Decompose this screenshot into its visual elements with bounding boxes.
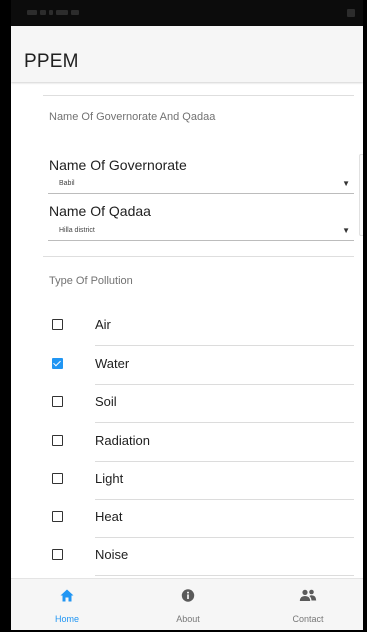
status-icons <box>27 8 107 16</box>
info-icon <box>181 589 195 607</box>
qadaa-value: Hilla district <box>59 227 95 234</box>
dropdown-arrow-icon: ▼ <box>342 179 350 188</box>
tab-label: Home <box>54 614 79 624</box>
checkbox[interactable] <box>52 396 63 407</box>
checkbox-label: Heat <box>95 509 123 524</box>
checkbox-label: Soil <box>95 394 117 409</box>
qadaa-select[interactable]: Hilla district ▼ <box>48 223 354 241</box>
checkbox[interactable] <box>52 511 63 522</box>
status-bar <box>11 0 363 26</box>
governorate-select[interactable]: Babil ▼ <box>48 176 354 194</box>
checkbox-label: Noise <box>95 547 129 562</box>
checkbox[interactable] <box>52 319 63 330</box>
tab-label: About <box>176 614 200 624</box>
pollution-section-header: Type Of Pollution <box>49 275 133 287</box>
people-icon <box>299 589 317 607</box>
checkbox[interactable] <box>52 435 63 446</box>
checkbox-label: Radiation <box>95 433 150 448</box>
pollution-option-heat[interactable]: Heat <box>11 500 363 538</box>
device-frame: PPEM Name Of Governorate And Qadaa Name … <box>0 0 367 632</box>
checkbox[interactable] <box>52 549 63 560</box>
home-icon <box>60 589 74 607</box>
pollution-option-light[interactable]: Light <box>11 462 363 500</box>
pollution-option-radiation[interactable]: Radiation <box>11 424 363 462</box>
dropdown-arrow-icon: ▼ <box>342 226 350 235</box>
qadaa-label: Name Of Qadaa <box>49 203 151 219</box>
tab-label: Contact <box>292 614 324 624</box>
checkbox-label: Light <box>95 471 124 486</box>
top-divider <box>43 95 354 96</box>
governorate-label: Name Of Governorate <box>49 157 187 173</box>
phone-screen: PPEM Name Of Governorate And Qadaa Name … <box>11 0 363 630</box>
governorate-value: Babil <box>59 180 75 187</box>
location-section-header: Name Of Governorate And Qadaa <box>49 111 216 123</box>
bottom-tab-bar: Home About Contact <box>11 578 363 630</box>
app-title: PPEM <box>24 51 79 72</box>
tab-about[interactable]: About <box>142 579 234 630</box>
checkbox-label: Air <box>95 317 111 332</box>
checkbox-label: Water <box>95 356 130 371</box>
tab-home[interactable]: Home <box>21 579 113 630</box>
scrollbar[interactable] <box>359 154 363 236</box>
battery-icon <box>347 9 355 17</box>
checkbox[interactable] <box>52 473 63 484</box>
app-bar: PPEM <box>11 26 363 82</box>
section-divider <box>43 256 354 257</box>
pollution-option-air[interactable]: Air <box>11 308 363 346</box>
pollution-option-noise[interactable]: Noise <box>11 538 363 576</box>
checkbox-checked[interactable] <box>52 358 63 369</box>
pollution-option-soil[interactable]: Soil <box>11 385 363 423</box>
tab-contact[interactable]: Contact <box>262 579 354 630</box>
form-content[interactable]: Name Of Governorate And Qadaa Name Of Go… <box>11 82 363 578</box>
pollution-option-water[interactable]: Water <box>11 347 363 385</box>
